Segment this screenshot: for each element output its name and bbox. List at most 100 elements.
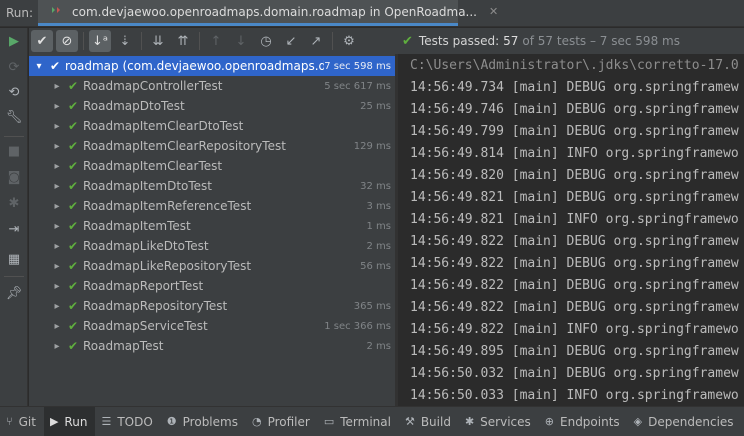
- console-line: 14:56:49.820 [main] DEBUG org.springfram…: [410, 168, 739, 183]
- tool-dependencies-label: Dependencies: [648, 414, 734, 429]
- passed-check-icon: ✔: [67, 99, 79, 113]
- console-line: 14:56:49.746 [main] DEBUG org.springfram…: [410, 102, 739, 117]
- run-titlebar: Run: com.devjaewoo.openroadmaps.domain.r…: [0, 0, 744, 27]
- console-line: 14:56:49.822 [main] DEBUG org.springfram…: [410, 256, 739, 271]
- rerun-failed-icon[interactable]: ⟳: [5, 58, 23, 76]
- tree-row[interactable]: ▸ ✔ RoadmapRepositoryTest 365 ms: [29, 296, 395, 316]
- expand-arrow-icon[interactable]: ▸: [51, 301, 63, 312]
- expand-arrow-icon[interactable]: ▸: [51, 81, 63, 92]
- console-line: 14:56:49.822 [main] DEBUG org.springfram…: [410, 278, 739, 293]
- tree-row[interactable]: ▸ ✔ RoadmapItemDtoTest 32 ms: [29, 176, 395, 196]
- debug-icon[interactable]: ✱: [5, 194, 23, 212]
- expand-arrow-icon[interactable]: ▸: [51, 101, 63, 112]
- camera-icon[interactable]: ◙: [5, 168, 23, 186]
- tool-endpoints-label: Endpoints: [560, 414, 620, 429]
- endpoints-icon: ⊕: [544, 415, 554, 428]
- passed-check-icon: ✔: [67, 179, 79, 193]
- tree-row[interactable]: ▸ ✔ RoadmapItemTest 1 ms: [29, 216, 395, 236]
- test-toolbar: ✔ ⊘ ↓ᵃ ⇣ ⇊ ⇈ ↑ ↓ ◷ ↙ ↗ ⚙: [29, 28, 398, 54]
- tree-row[interactable]: ▸ ✔ RoadmapDtoTest 25 ms: [29, 96, 395, 116]
- tool-terminal[interactable]: ▭ Terminal: [318, 407, 399, 436]
- tool-terminal-label: Terminal: [340, 414, 391, 429]
- rerun-icon[interactable]: ▶: [5, 32, 23, 50]
- tool-git-label: Git: [18, 414, 36, 429]
- next-failed-icon[interactable]: ↓: [230, 30, 252, 52]
- expand-arrow-icon[interactable]: ▸: [51, 161, 63, 172]
- tree-row[interactable]: ▸ ✔ RoadmapServiceTest 1 sec 366 ms: [29, 316, 395, 336]
- show-passed-icon[interactable]: ✔: [31, 30, 53, 52]
- test-history-icon[interactable]: ◷: [255, 30, 277, 52]
- tree-row[interactable]: ▸ ✔ RoadmapItemClearRepositoryTest 129 m…: [29, 136, 395, 156]
- tree-row[interactable]: ▸ ✔ RoadmapLikeRepositoryTest 56 ms: [29, 256, 395, 276]
- expand-arrow-icon[interactable]: ▸: [51, 201, 63, 212]
- console-line: 14:56:49.821 [main] DEBUG org.springfram…: [410, 190, 739, 205]
- tree-row[interactable]: ▸ ✔ RoadmapReportTest: [29, 276, 395, 296]
- profiler-icon: ◔: [251, 415, 262, 428]
- passed-check-icon: ✔: [67, 119, 79, 133]
- collapse-all-icon[interactable]: ⇈: [172, 30, 194, 52]
- tests-passed-check-icon: ✔: [402, 33, 413, 49]
- run-tool-strip: ▶ ⟳ ⟲ 🔧︎ ■ ◙ ✱ ⇥ ▦ 📌︎: [0, 28, 28, 406]
- close-tab-icon[interactable]: ✕: [489, 5, 498, 18]
- import-tests-icon[interactable]: ↙: [280, 30, 302, 52]
- expand-arrow-icon[interactable]: ▸: [51, 221, 63, 232]
- tool-build[interactable]: ⚒ Build: [399, 407, 459, 436]
- expand-all-icon[interactable]: ⇊: [147, 30, 169, 52]
- expand-arrow-icon[interactable]: ▸: [51, 241, 63, 252]
- tool-services-label: Services: [480, 414, 531, 429]
- tool-todo[interactable]: ☰ TODO: [95, 407, 160, 436]
- wrench-icon[interactable]: 🔧︎: [5, 108, 23, 126]
- sort-by-duration-icon[interactable]: ⇣: [114, 30, 136, 52]
- expand-arrow-icon[interactable]: ▸: [51, 341, 63, 352]
- export-tests-icon[interactable]: ↗: [305, 30, 327, 52]
- tool-window-bar: ⑂ Git ▶ Run ☰ TODO ❶ Problems ◔ Profiler…: [0, 406, 744, 436]
- tool-endpoints[interactable]: ⊕ Endpoints: [539, 407, 628, 436]
- settings-gear-icon[interactable]: ⚙: [338, 30, 360, 52]
- stop-icon[interactable]: ■: [5, 142, 23, 160]
- expand-arrow-icon[interactable]: ▸: [51, 321, 63, 332]
- pin-icon[interactable]: 📌︎: [5, 284, 23, 302]
- tool-run-label: Run: [64, 414, 88, 429]
- tree-row[interactable]: ▸ ✔ RoadmapLikeDtoTest 2 ms: [29, 236, 395, 256]
- tree-row[interactable]: ▸ ✔ RoadmapItemReferenceTest 3 ms: [29, 196, 395, 216]
- passed-check-icon: ✔: [67, 239, 79, 253]
- layout-icon[interactable]: ▦: [5, 250, 23, 268]
- toggle-auto-test-icon[interactable]: ⟲: [5, 83, 23, 101]
- tree-row[interactable]: ▸ ✔ RoadmapItemClearTest: [29, 156, 395, 176]
- tree-row-name: roadmap (com.devjaewoo.openroadmaps.doma: [65, 59, 325, 73]
- expand-arrow-icon[interactable]: ▸: [51, 281, 63, 292]
- tool-problems[interactable]: ❶ Problems: [161, 407, 246, 436]
- tree-row[interactable]: ▸ ✔ RoadmapItemClearDtoTest: [29, 116, 395, 136]
- git-branch-icon: ⑂: [6, 415, 13, 428]
- terminal-icon: ▭: [323, 415, 335, 428]
- console-line: 14:56:49.822 [main] DEBUG org.springfram…: [410, 300, 739, 315]
- tree-row-duration: 365 ms: [353, 300, 391, 312]
- previous-failed-icon[interactable]: ↑: [205, 30, 227, 52]
- expand-arrow-icon[interactable]: ▸: [51, 181, 63, 192]
- expand-arrow-icon[interactable]: ▸: [51, 261, 63, 272]
- sort-alphabetically-icon[interactable]: ↓ᵃ: [89, 30, 111, 52]
- tree-row-root[interactable]: ▾ ✔ roadmap (com.devjaewoo.openroadmaps.…: [29, 56, 395, 76]
- passed-check-icon: ✔: [67, 339, 79, 353]
- show-ignored-icon[interactable]: ⊘: [56, 30, 78, 52]
- console-line: 14:56:49.822 [main] INFO org.springframe…: [410, 322, 739, 337]
- tree-row-duration: 2 ms: [366, 240, 392, 252]
- services-icon: ✱: [464, 415, 475, 428]
- run-config-tab[interactable]: com.devjaewoo.openroadmaps.domain.roadma…: [38, 0, 498, 26]
- passed-check-icon: ✔: [67, 259, 79, 273]
- tool-todo-label: TODO: [117, 414, 153, 429]
- expand-arrow-icon[interactable]: ▸: [51, 141, 63, 152]
- exit-icon[interactable]: ⇥: [5, 220, 23, 238]
- tool-services[interactable]: ✱ Services: [459, 407, 539, 436]
- tree-row[interactable]: ▸ ✔ RoadmapTest 2 ms: [29, 336, 395, 356]
- tree-row[interactable]: ▸ ✔ RoadmapControllerTest 5 sec 617 ms: [29, 76, 395, 96]
- passed-check-icon: ✔: [67, 299, 79, 313]
- tool-profiler[interactable]: ◔ Profiler: [246, 407, 318, 436]
- console-line: 14:56:50.032 [main] DEBUG org.springfram…: [410, 366, 739, 381]
- tool-dependencies[interactable]: ◈ Dependencies: [628, 407, 742, 436]
- collapse-arrow-icon[interactable]: ▾: [33, 61, 45, 72]
- expand-arrow-icon[interactable]: ▸: [51, 121, 63, 132]
- tool-run[interactable]: ▶ Run: [43, 407, 96, 436]
- console-output[interactable]: C:\Users\Administrator\.jdks\corretto-17…: [398, 54, 744, 406]
- tool-git[interactable]: ⑂ Git: [0, 407, 44, 436]
